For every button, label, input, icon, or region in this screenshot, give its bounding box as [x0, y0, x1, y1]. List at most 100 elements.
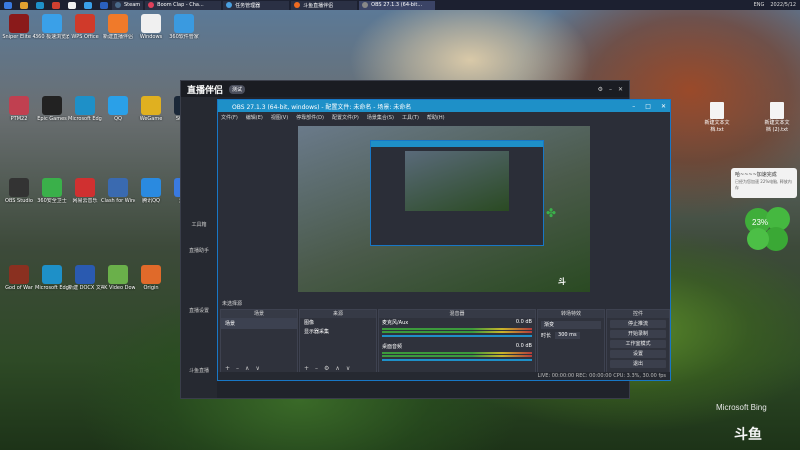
remove-icon[interactable]: –	[236, 365, 239, 372]
taskbar-tab-obs[interactable]: OBS 27.1.3 (64-bit...	[359, 0, 436, 10]
remove-icon[interactable]: –	[315, 365, 318, 372]
duration-input[interactable]: 300 ms	[555, 332, 580, 339]
desktop-icon[interactable]: Epic Games	[35, 96, 69, 130]
desktop-file[interactable]: 新建文本文档 (2).txt	[763, 102, 791, 133]
desktop-icon-label: 360 极速浏览器X	[35, 34, 69, 40]
move-down-icon[interactable]: ∨	[346, 365, 350, 372]
desktop-icon[interactable]: 新建直播伴侣	[101, 14, 135, 48]
desktop-icon-label: WeGame	[139, 116, 163, 122]
volume-slider[interactable]	[382, 359, 532, 361]
desktop-icon[interactable]: 新建 DOCX 文档.docx	[68, 265, 102, 299]
desktop-icon[interactable]: WeGame	[134, 96, 168, 130]
clock-date[interactable]: 2022/5/12	[770, 2, 796, 8]
desktop-icon[interactable]: 网易云音乐	[68, 178, 102, 212]
app-icon	[75, 14, 95, 33]
sidebar-item-douyu[interactable]: 斗鱼直播	[185, 367, 213, 374]
maximize-icon[interactable]: □	[645, 103, 651, 110]
speedup-widget[interactable]: 哈~~~~加速完成 已经为您加速 22%电脑, 释放内存	[731, 168, 797, 198]
start-recording-button[interactable]: 开始录制	[610, 330, 666, 338]
app-icon[interactable]	[100, 1, 108, 9]
desktop-icon-label: 网易云音乐	[72, 198, 98, 204]
preview-canvas[interactable]: ✤ 斗	[298, 126, 590, 292]
desktop-icon[interactable]: 360安全卫士	[35, 178, 69, 212]
desktop-icon[interactable]: QQ	[101, 96, 135, 130]
desktop-icon[interactable]: Microsoft Edge	[35, 265, 69, 299]
settings-button[interactable]: 设置	[610, 350, 666, 358]
dock-title: 控件	[607, 310, 669, 318]
studio-mode-button[interactable]: 工作室模式	[610, 340, 666, 348]
volume-meter	[382, 352, 532, 354]
desktop-file[interactable]: 新建文本文档.txt	[703, 102, 731, 133]
start-icon[interactable]	[4, 1, 12, 9]
desktop-icon[interactable]: Microsoft Edge	[68, 96, 102, 130]
sidebar-item-assistant[interactable]: 直播助手	[185, 247, 213, 254]
sidebar-item-settings[interactable]: 直播设置	[185, 307, 213, 314]
no-source-label: 未选择源	[222, 301, 243, 307]
menu-file[interactable]: 文件(F)	[221, 114, 238, 121]
taskbar-tab-taskmgr[interactable]: 任务管理器	[223, 0, 290, 10]
edge-icon[interactable]	[36, 1, 44, 9]
menu-profile[interactable]: 配置文件(P)	[332, 114, 359, 121]
scene-item[interactable]: 场景	[221, 318, 297, 329]
add-icon[interactable]: +	[304, 365, 309, 372]
language-indicator[interactable]: ENG	[754, 2, 765, 8]
app-icon	[108, 96, 128, 115]
exit-button[interactable]: 退出	[610, 360, 666, 368]
desktop-icon[interactable]: 4K Video Downloader	[101, 265, 135, 299]
app-icon[interactable]	[84, 1, 92, 9]
desktop-icon[interactable]: Origin	[134, 265, 168, 299]
transition-select[interactable]: 渐变	[541, 321, 601, 329]
menu-help[interactable]: 帮助(H)	[427, 114, 445, 121]
taskbar-tab-music[interactable]: Boom Clap - Cha...	[145, 0, 222, 10]
menu-tools[interactable]: 工具(T)	[402, 114, 419, 121]
app-icon[interactable]	[68, 1, 76, 9]
track-name: 桌面音频	[382, 344, 403, 350]
desktop-icon[interactable]: Sniper Elite 4	[2, 14, 36, 48]
host-titlebar: 直播伴侣 测试 ⚙ – ✕	[181, 81, 629, 97]
desktop-icon[interactable]: Clash for Windows	[101, 178, 135, 212]
minimize-icon[interactable]: –	[609, 86, 612, 93]
menu-view[interactable]: 视图(V)	[271, 114, 288, 121]
app-icon[interactable]	[52, 1, 60, 9]
move-down-icon[interactable]: ∨	[255, 365, 259, 372]
source-item[interactable]: 图像	[300, 318, 376, 327]
clover-icon: ✤	[546, 206, 557, 220]
source-item[interactable]: 显示器采集	[300, 327, 376, 336]
sidebar-item-toolbox[interactable]: 工具箱	[185, 221, 213, 228]
add-icon[interactable]: +	[225, 365, 230, 372]
desktop-icon[interactable]: 腾讯QQ	[134, 178, 168, 212]
desktop-icon[interactable]: OBS Studio	[2, 178, 36, 212]
app-icon	[9, 14, 29, 33]
task-manager-icon	[226, 2, 233, 8]
status-bar: LIVE: 00:00:00 REC: 00:00:00 CPU: 3.3%, …	[218, 372, 670, 380]
clover-percent: 23%	[752, 218, 768, 227]
menu-scene-collection[interactable]: 场景集合(S)	[367, 114, 394, 121]
settings-icon[interactable]: ⚙	[598, 86, 603, 93]
menu-docks[interactable]: 停靠部件(D)	[296, 114, 324, 121]
desktop-icon[interactable]: WPS Office	[68, 14, 102, 48]
minimize-icon[interactable]: –	[632, 103, 635, 110]
volume-slider[interactable]	[382, 335, 532, 337]
nested-titlebar	[371, 141, 543, 147]
stop-streaming-button[interactable]: 停止推流	[610, 320, 666, 328]
desktop-icon[interactable]: PTM22	[2, 96, 36, 130]
clover-widget-icon[interactable]: 23%	[742, 203, 794, 255]
desktop-icon-label: Epic Games	[37, 116, 67, 122]
file-explorer-icon[interactable]	[20, 1, 28, 9]
gear-icon[interactable]: ⚙	[324, 365, 329, 372]
desktop-icon[interactable]: God of War	[2, 265, 36, 299]
bing-watermark: Microsoft Bing	[716, 403, 767, 412]
move-up-icon[interactable]: ∧	[335, 365, 339, 372]
taskbar-tab-steam[interactable]: Steam	[112, 0, 144, 10]
app-icon	[75, 96, 95, 115]
desktop-icon[interactable]: 360软件管家	[167, 14, 201, 48]
dock-title: 场景	[221, 310, 297, 318]
desktop-icon[interactable]: 360 极速浏览器X	[35, 14, 69, 48]
volume-meter	[382, 331, 532, 333]
menu-edit[interactable]: 编辑(E)	[246, 114, 263, 121]
move-up-icon[interactable]: ∧	[245, 365, 249, 372]
desktop-icon[interactable]: Windows	[134, 14, 168, 48]
close-icon[interactable]: ✕	[661, 103, 666, 110]
close-icon[interactable]: ✕	[618, 86, 623, 93]
taskbar-tab-douyu[interactable]: 斗鱼直播伴侣	[291, 0, 358, 10]
